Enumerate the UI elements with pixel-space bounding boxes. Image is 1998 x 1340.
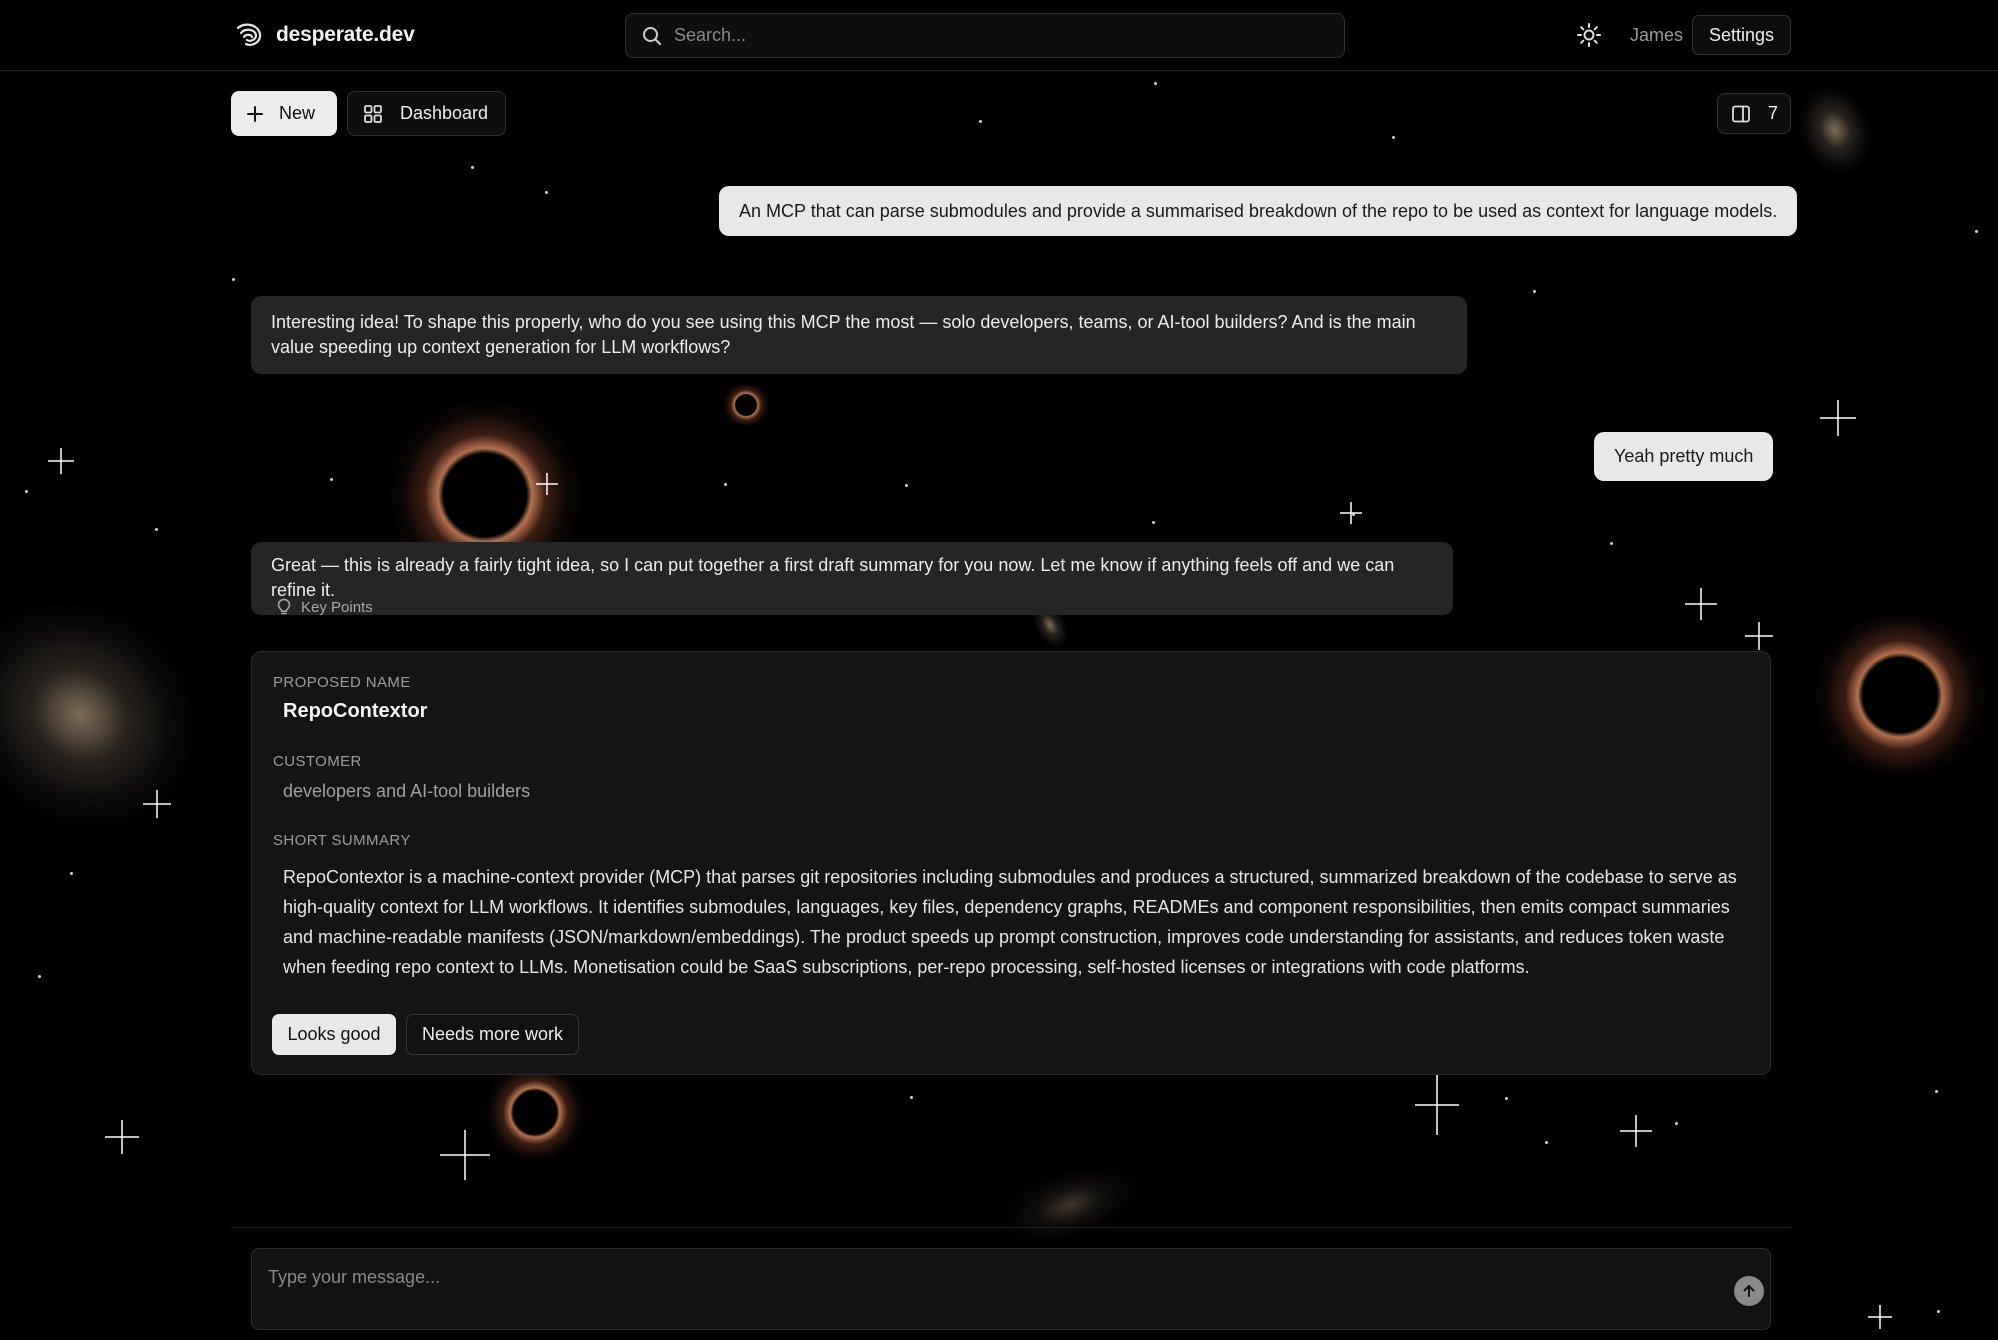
panel-toggle-button[interactable]: 7 xyxy=(1717,93,1791,134)
star-icon xyxy=(1685,588,1717,620)
composer-divider xyxy=(231,1227,1791,1228)
arrow-up-icon xyxy=(1743,1285,1755,1297)
star-icon xyxy=(440,1130,490,1180)
sun-icon[interactable] xyxy=(1576,22,1602,48)
star-dot xyxy=(1154,82,1157,85)
star-dot xyxy=(25,490,28,493)
lightbulb-icon xyxy=(277,598,291,615)
grid-icon xyxy=(364,104,382,123)
message-input[interactable] xyxy=(268,1267,1668,1307)
short-summary-value: RepoContextor is a machine-context provi… xyxy=(283,867,1737,977)
star-dot xyxy=(1533,290,1536,293)
star-dot xyxy=(1975,230,1978,233)
star-dot xyxy=(724,483,727,486)
star-dot xyxy=(545,191,548,194)
star-icon xyxy=(1620,1115,1652,1147)
star-icon xyxy=(1745,622,1773,650)
star-dot xyxy=(905,484,908,487)
swirl-logo-icon xyxy=(236,23,262,46)
galaxy-bottom-image xyxy=(992,1150,1148,1260)
star-icon xyxy=(1415,1075,1459,1135)
galaxy-top-right-image xyxy=(1786,75,1884,185)
star-dot xyxy=(1352,513,1355,516)
star-icon xyxy=(105,1120,139,1154)
star-icon xyxy=(143,790,171,818)
new-button-label: New xyxy=(279,103,316,123)
user-message: An MCP that can parse submodules and pro… xyxy=(719,186,1798,236)
black-hole-small-image xyxy=(718,385,774,425)
star-dot xyxy=(1937,1310,1940,1313)
dashboard-button[interactable]: Dashboard xyxy=(347,91,506,136)
user-message: Yeah pretty much xyxy=(1594,432,1774,481)
top-nav: desperate.dev James Settings xyxy=(0,0,1998,71)
search-bar[interactable] xyxy=(625,13,1345,58)
star-dot xyxy=(979,120,982,123)
star-dot xyxy=(1152,521,1155,524)
star-dot xyxy=(232,278,235,281)
assistant-message: Interesting idea! To shape this properly… xyxy=(251,296,1467,374)
star-dot xyxy=(155,528,158,531)
star-icon xyxy=(1340,502,1362,524)
star-dot xyxy=(1505,1097,1508,1100)
user-name[interactable]: James xyxy=(1630,25,1683,46)
star-dot xyxy=(910,1096,913,1099)
sidebar-panel-icon xyxy=(1732,105,1750,122)
key-points-label: Key Points xyxy=(301,598,373,616)
send-button[interactable] xyxy=(1734,1276,1764,1306)
star-dot xyxy=(1935,1090,1938,1093)
customer-label: CUSTOMER xyxy=(273,753,362,770)
star-dot xyxy=(471,166,474,169)
star-dot xyxy=(1610,542,1613,545)
star-dot xyxy=(1545,1141,1548,1144)
app-window: desperate.dev James Settings N xyxy=(0,0,1998,1340)
settings-button[interactable]: Settings xyxy=(1692,15,1791,55)
search-input[interactable] xyxy=(674,25,1314,46)
black-hole-right-image xyxy=(1805,615,1995,775)
new-button[interactable]: New xyxy=(231,91,337,136)
short-summary-label: SHORT SUMMARY xyxy=(273,832,411,849)
needs-more-work-button[interactable]: Needs more work xyxy=(406,1014,579,1055)
galaxy-left-image xyxy=(0,558,240,872)
star-icon xyxy=(1820,400,1856,436)
star-dot xyxy=(38,975,41,978)
plus-icon xyxy=(247,105,263,122)
message-composer xyxy=(251,1248,1771,1330)
customer-value: developers and AI-tool builders xyxy=(283,781,531,801)
dashboard-button-label: Dashboard xyxy=(400,103,489,123)
star-dot xyxy=(330,478,333,481)
assistant-message: Great — this is already a fairly tight i… xyxy=(251,542,1453,615)
star-dot xyxy=(1392,136,1395,139)
brand-logo[interactable]: desperate.dev xyxy=(234,20,415,50)
proposed-name-label: PROPOSED NAME xyxy=(273,674,411,691)
proposed-name-value: RepoContextor xyxy=(283,700,428,722)
star-icon xyxy=(48,448,74,474)
star-icon xyxy=(1868,1305,1892,1329)
panel-count: 7 xyxy=(1768,103,1779,123)
star-dot xyxy=(1675,1122,1678,1125)
proposal-card: PROPOSED NAME RepoContextor CUSTOMER dev… xyxy=(251,651,1771,1075)
looks-good-button[interactable]: Looks good xyxy=(272,1014,396,1055)
search-icon xyxy=(643,26,661,45)
brand-name: desperate.dev xyxy=(276,23,415,46)
star-dot xyxy=(70,872,73,875)
star-icon xyxy=(536,473,558,495)
black-hole-bottom-image xyxy=(480,1065,590,1160)
key-points-toggle[interactable]: Key Points xyxy=(277,598,373,616)
